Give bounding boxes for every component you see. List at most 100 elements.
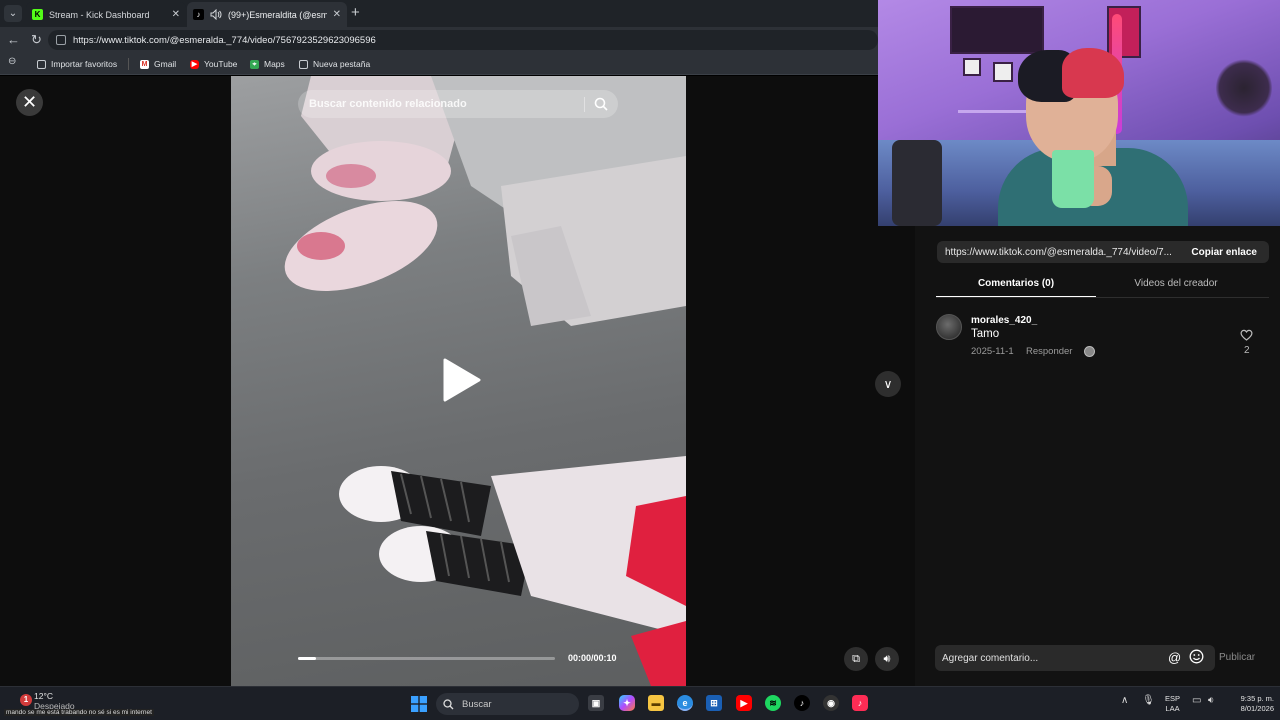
tiktok-app-icon[interactable]: ♪ [794,695,810,711]
show-hidden-icons-icon[interactable]: ∧ [1121,695,1128,706]
back-arrow-icon[interactable]: ← [7,32,20,47]
url-field[interactable]: https://www.tiktok.com/@esmeralda._774/v… [48,30,878,50]
bookmark-gmail[interactable]: M Gmail [140,57,176,71]
comment-like-count: 2 [1244,345,1250,356]
bookmark-import[interactable]: Importar favoritos [37,57,117,71]
tab-divider [936,297,1269,298]
reply-button[interactable]: Responder [1026,346,1072,357]
bookmark-youtube[interactable]: ▶ YouTube [190,57,237,71]
new-tab-button[interactable]: + [351,4,360,21]
video-progress-bar[interactable] [298,657,555,660]
weather-temp: 12°C [34,691,53,701]
search-icon [443,698,454,709]
emoji-icon[interactable] [1189,649,1204,664]
video-timecode: 00:00/00:10 [568,653,617,663]
search-divider [584,97,585,112]
heart-icon[interactable] [1240,329,1253,341]
bookmark-label: Maps [264,59,285,69]
search-placeholder: Buscar [462,698,492,710]
search-placeholder: Buscar contenido relacionado [309,98,467,110]
tab-tiktok[interactable]: ♪ (99+)Esmeraldita (@esmerald ✕ [187,2,347,27]
wall-frame [993,62,1013,82]
bookmark-divider [128,58,129,70]
publish-button[interactable]: Publicar [1219,652,1255,663]
page-icon [299,59,308,69]
webcam-overlay [878,0,1280,226]
tab-kick-dashboard[interactable]: K Stream - Kick Dashboard ✕ [26,2,186,27]
comment-username[interactable]: morales_420_ [971,315,1037,326]
bookmark-label: Importar favoritos [51,59,118,69]
language-code: ESP [1165,694,1181,703]
close-tab-icon[interactable]: ✕ [172,9,180,20]
keyboard-layout: LAA [1165,704,1180,713]
next-video-button[interactable]: ∨ [875,371,901,397]
obs-icon[interactable]: ◉ [823,695,839,711]
microphone-icon[interactable]: 🎙︎ [1142,695,1155,706]
input-language[interactable]: ESP LAA [1165,694,1180,714]
windows-start-icon[interactable] [411,696,427,712]
related-search-input[interactable]: Buscar contenido relacionado [298,90,618,118]
green-cup [1052,150,1094,208]
windows-taskbar: 1 12°C Despejado mando se me está traban… [0,686,1280,720]
avatar[interactable] [936,314,962,340]
share-link-row: https://www.tiktok.com/@esmeralda._774/v… [937,241,1269,263]
bookmark-label: YouTube [204,59,238,69]
tab-label: Stream - Kick Dashboard [49,9,150,20]
video-frame[interactable]: Buscar contenido relacionado 00:00/00:10 [231,76,686,686]
task-view-icon[interactable]: ▣ [588,695,604,711]
volume-button[interactable]: 🔊︎ [875,647,899,671]
maps-icon: ⌖ [250,59,259,69]
youtube-icon: ▶ [190,59,199,69]
tiktok-live-icon[interactable]: ♪ [852,695,868,711]
miniplayer-button[interactable]: ⧉ [844,647,868,671]
share-link-url[interactable]: https://www.tiktok.com/@esmeralda._774/v… [937,247,1179,258]
system-clock[interactable]: 9:35 p. m. 8/01/2026 [1228,694,1274,714]
site-info-icon[interactable] [56,35,66,45]
gmail-icon: M [140,59,149,69]
play-icon[interactable] [441,358,481,402]
comment-date: 2025-11-1 [971,346,1014,357]
reload-icon[interactable]: ↻ [31,32,42,48]
tab-creator-videos[interactable]: Videos del creador [1096,278,1256,298]
comment-text: Tamo [971,328,1000,340]
tiktok-icon: ♪ [193,9,204,20]
volume-icon[interactable]: 🔉︎ [1208,695,1214,706]
weather-widget[interactable]: 1 12°C Despejado [8,691,75,711]
video-viewer: ✕ Buscar contenido relacionado 00:00/00:… [0,76,915,686]
youtube-app-icon[interactable]: ▶ [736,695,752,711]
tab-comments[interactable]: Comentarios (0) [936,278,1096,298]
comment-placeholder: Agregar comentario... [942,652,1039,664]
copilot-icon[interactable]: ✦ [619,695,635,711]
bookmark-maps[interactable]: ⌖ Maps [250,57,285,71]
clock-time: 9:35 p. m. [1240,694,1274,703]
bookmark-new-tab[interactable]: Nueva pestaña [299,57,370,71]
creator-liked-avatar [1084,346,1095,357]
close-tab-icon[interactable]: ✕ [333,9,341,20]
speaker-icon[interactable] [210,9,222,20]
copy-link-button[interactable]: Copiar enlace [1179,247,1269,258]
kick-icon: K [32,9,43,20]
spotify-icon[interactable]: ≋ [765,695,781,711]
wall-poster [950,6,1044,54]
headphone-stand [892,140,942,226]
bookmark-label: Gmail [154,59,177,69]
wall-frame [963,58,981,76]
sidebar-toggle-icon[interactable]: ⊖ [8,56,16,67]
network-icon[interactable]: ▭ [1192,695,1201,706]
clock-date: 8/01/2026 [1240,704,1274,713]
video-progress-fill [298,657,316,660]
edge-icon[interactable]: e [677,695,693,711]
mention-icon[interactable]: @ [1168,650,1181,665]
bookmark-label: Nueva pestaña [313,59,371,69]
url-text: https://www.tiktok.com/@esmeralda._774/v… [73,34,376,46]
plant-decoration [1216,58,1272,118]
close-viewer-button[interactable]: ✕ [16,89,43,116]
stream-chat-ticker: mando se me está trabando no sé si es mi… [4,709,154,716]
taskbar-search[interactable]: Buscar [436,693,579,715]
store-icon[interactable]: ⊞ [706,695,722,711]
search-icon[interactable] [594,97,608,111]
file-explorer-icon[interactable]: ▬ [648,695,664,711]
tab-list-button[interactable]: ⌄ [4,5,22,22]
tab-label: (99+)Esmeraldita (@esmerald [228,9,327,20]
import-icon [37,59,46,69]
